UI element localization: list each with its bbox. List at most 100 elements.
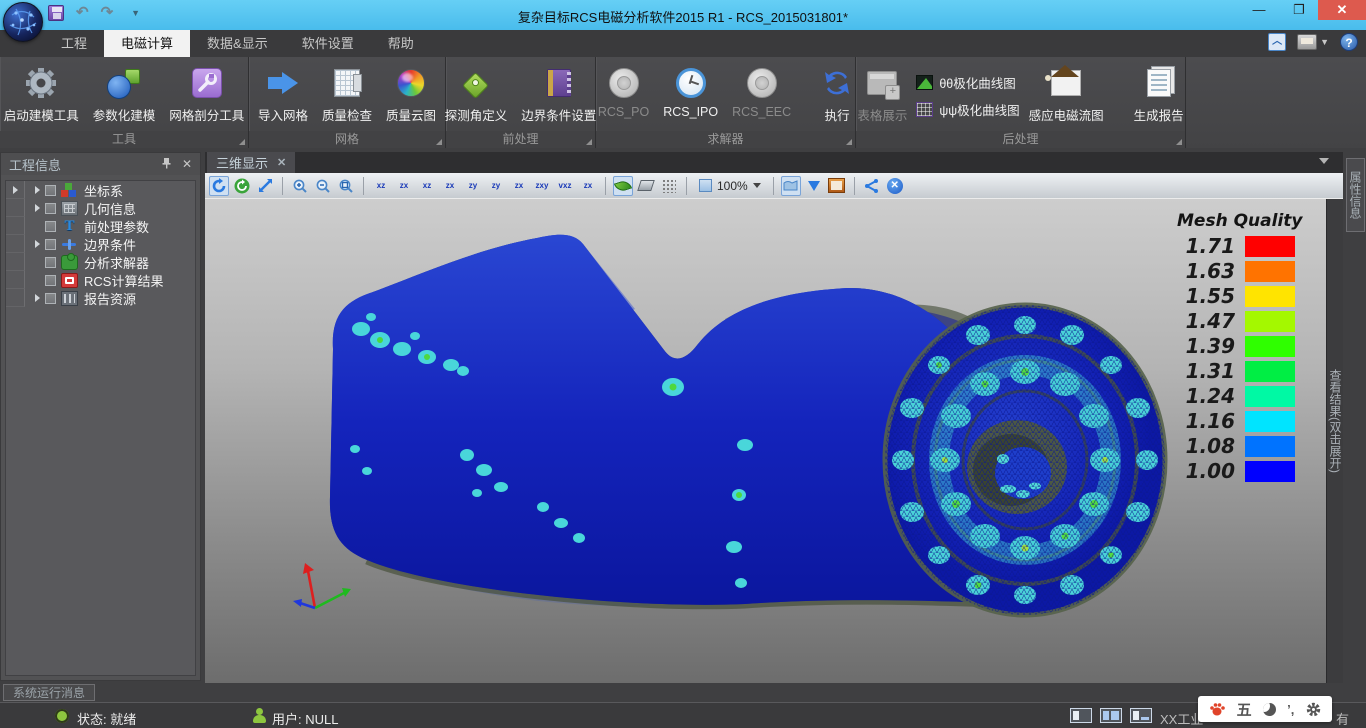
ime-mode-toggle[interactable]: 五 [1237, 699, 1252, 720]
restore-button[interactable]: ❐ [1284, 0, 1314, 20]
system-messages-tab[interactable]: 系统运行消息 [3, 684, 95, 701]
tree-item-analysis-solver[interactable]: 分析求解器 [6, 253, 195, 271]
import-mesh-button[interactable]: 导入网格 [253, 61, 313, 131]
view-zx3-button[interactable]: zx [509, 176, 529, 196]
expand-icon[interactable] [35, 186, 40, 194]
checkbox[interactable] [45, 221, 56, 232]
checkbox[interactable] [45, 185, 56, 196]
zoom-fit-button[interactable] [336, 176, 356, 196]
tab-data-display[interactable]: 数据&显示 [190, 30, 285, 57]
checkbox[interactable] [45, 257, 56, 268]
collapse-ribbon-icon[interactable]: ︿ [1268, 33, 1286, 51]
3d-canvas[interactable]: Mesh Quality 1.71 1.63 1.55 1.47 1.39 1.… [205, 199, 1326, 683]
view-xz-button[interactable]: xz [371, 176, 391, 196]
shaded-mode-button[interactable] [613, 176, 633, 196]
zoom-level-select[interactable]: 100% [694, 177, 766, 195]
view-iso3-button[interactable]: zx [578, 176, 598, 196]
tab-project[interactable]: 工程 [44, 30, 104, 57]
style-switcher[interactable]: ▼ [1297, 34, 1329, 50]
rcs-po-button[interactable]: RCS_PO [593, 61, 654, 131]
tree-item-report-resources[interactable]: 报告资源 [6, 289, 195, 307]
tab-em-computation[interactable]: 电磁计算 [104, 30, 190, 57]
refresh-view-button[interactable] [232, 176, 252, 196]
zoom-out-button[interactable] [313, 176, 333, 196]
checkbox[interactable] [45, 275, 56, 286]
image-gallery-button[interactable] [827, 176, 847, 196]
view-zx2-button[interactable]: zx [440, 176, 460, 196]
view-zy-button[interactable]: zy [463, 176, 483, 196]
close-icon[interactable]: ✕ [182, 157, 192, 171]
close-icon[interactable]: ✕ [277, 156, 286, 169]
view-xz2-button[interactable]: xz [417, 176, 437, 196]
group-expand-icon[interactable] [436, 139, 442, 145]
points-mode-button[interactable] [659, 176, 679, 196]
checkbox[interactable] [45, 239, 56, 250]
close-button[interactable]: ✕ [1318, 0, 1366, 20]
tree-item-geometry-info[interactable]: 几何信息 [6, 199, 195, 217]
group-expand-icon[interactable] [1176, 139, 1182, 145]
tab-3d-display[interactable]: 三维显示 ✕ [207, 152, 295, 173]
ime-gear-icon[interactable] [1306, 702, 1321, 717]
view-zx-button[interactable]: zx [394, 176, 414, 196]
wireframe-mode-button[interactable] [636, 176, 656, 196]
minimize-button[interactable]: — [1244, 0, 1274, 20]
table-display-button[interactable]: 表格展示 [852, 61, 912, 131]
solver-disc-icon [747, 63, 777, 103]
generate-report-button[interactable]: 生成报告 [1129, 61, 1189, 131]
property-info-tab[interactable]: 属性信息 [1346, 158, 1365, 232]
tab-software-settings[interactable]: 软件设置 [285, 30, 371, 57]
view-zy2-button[interactable]: zy [486, 176, 506, 196]
launch-modeling-button[interactable]: 启动建模工具 [0, 61, 84, 131]
rcs-eec-button[interactable]: RCS_EEC [727, 61, 796, 131]
save-icon[interactable] [48, 5, 64, 21]
boundary-settings-button[interactable]: 边界条件设置 [516, 61, 601, 131]
save-view-button[interactable] [804, 176, 824, 196]
psi-polarization-curve-button[interactable]: ψψ极化曲线图 [916, 100, 1019, 119]
fit-expand-button[interactable] [255, 176, 275, 196]
theta-polarization-curve-button[interactable]: θθ极化曲线图 [916, 73, 1019, 92]
group-expand-icon[interactable] [846, 139, 852, 145]
redo-icon[interactable]: ↷ [101, 5, 114, 21]
rotate-view-button[interactable] [209, 176, 229, 196]
expand-icon[interactable] [35, 204, 40, 212]
rcs-ipo-button[interactable]: RCS_IPO [658, 61, 723, 131]
layout-bottom-icon[interactable] [1130, 708, 1152, 723]
checkbox[interactable] [45, 293, 56, 304]
group-expand-icon[interactable] [586, 139, 592, 145]
share-view-button[interactable] [862, 176, 882, 196]
view-iso1-button[interactable]: zxy [532, 176, 552, 196]
help-icon[interactable]: ? [1340, 33, 1358, 51]
undo-icon[interactable]: ↶ [76, 5, 89, 21]
ime-paw-icon[interactable] [1209, 702, 1225, 716]
ime-moon-icon[interactable] [1263, 703, 1276, 716]
induced-current-button[interactable]: 感应电磁流图 [1024, 61, 1109, 131]
zoom-in-button[interactable] [290, 176, 310, 196]
tree-item-coordinate-system[interactable]: 坐标系 [6, 181, 195, 199]
group-expand-icon[interactable] [239, 139, 245, 145]
layout-left-icon[interactable] [1070, 708, 1092, 723]
results-collapsed-bar[interactable]: 查看结果(双击展开) [1326, 199, 1343, 683]
meshing-tool-button[interactable]: 网格剖分工具 [164, 61, 249, 131]
quality-check-button[interactable]: 质量检查 [317, 61, 377, 131]
tab-list-dropdown-icon[interactable] [1319, 158, 1329, 164]
panel-title: 工程信息 [9, 155, 61, 174]
parametric-modeling-button[interactable]: 参数化建模 [88, 61, 161, 131]
clear-view-button[interactable]: ✕ [885, 176, 905, 196]
qat-dropdown-icon[interactable]: ▼ [131, 8, 140, 18]
pin-icon[interactable] [161, 157, 172, 172]
tab-help[interactable]: 帮助 [371, 30, 431, 57]
model-3d[interactable] [205, 199, 1326, 683]
layout-split-icon[interactable] [1100, 708, 1122, 723]
quality-cloud-button[interactable]: 质量云图 [381, 61, 441, 131]
tag-icon [466, 63, 485, 103]
checkbox[interactable] [45, 203, 56, 214]
tree-item-preprocess-params[interactable]: T 前处理参数 [6, 217, 195, 235]
expand-icon[interactable] [35, 294, 40, 302]
ime-punctuation-icon[interactable]: ’, [1287, 702, 1294, 717]
detect-angle-button[interactable]: 探测角定义 [440, 61, 513, 131]
tree-item-rcs-results[interactable]: RCS计算结果 [6, 271, 195, 289]
tree-item-boundary-conditions[interactable]: 边界条件 [6, 235, 195, 253]
view-iso2-button[interactable]: vxz [555, 176, 575, 196]
expand-icon[interactable] [35, 240, 40, 248]
snapshot-button[interactable] [781, 176, 801, 196]
